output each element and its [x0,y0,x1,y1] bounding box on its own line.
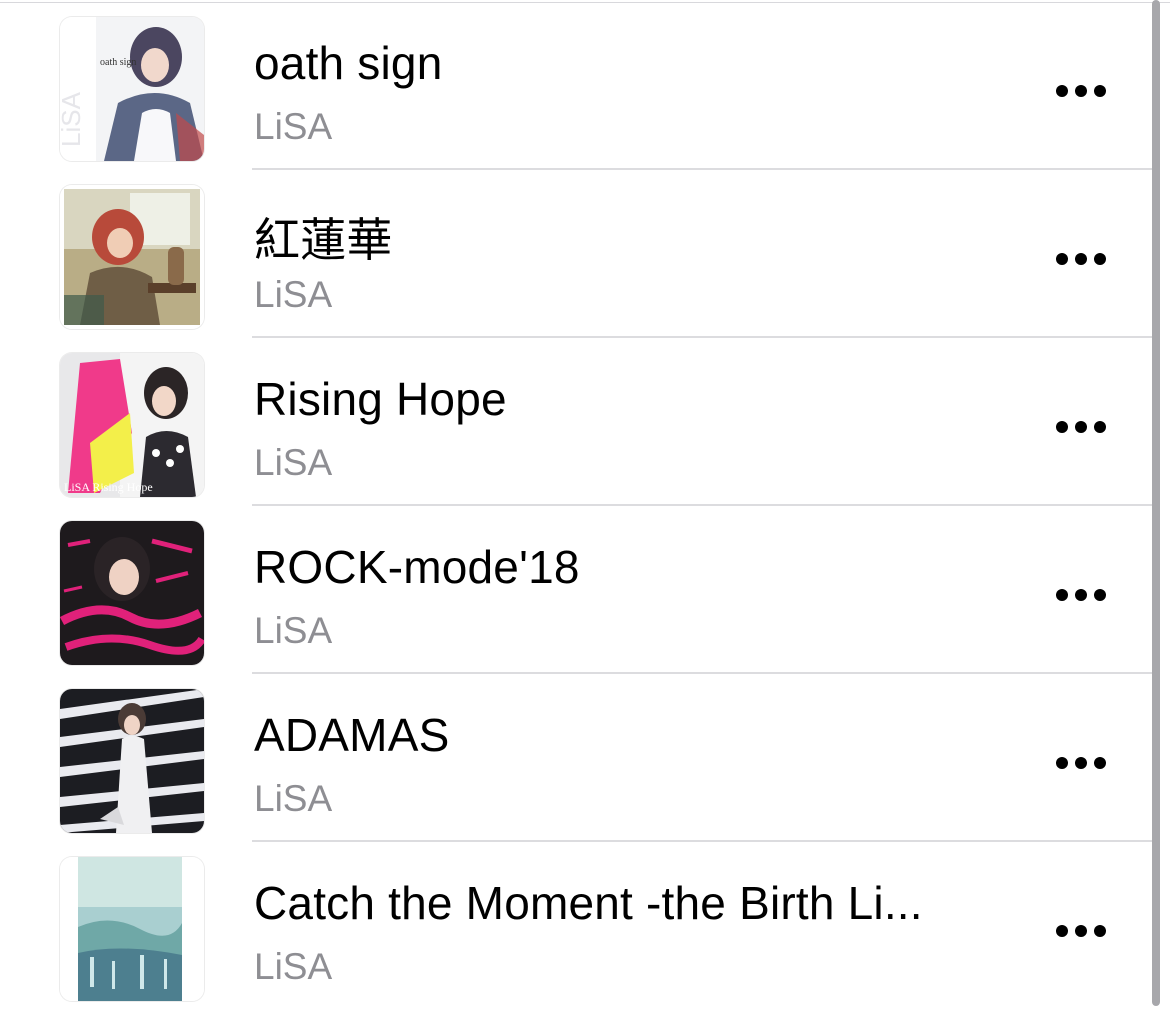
song-title: oath sign [254,37,443,89]
song-title: ROCK-mode'18 [254,541,580,593]
song-row[interactable]: ROCK-mode'18 LiSA [0,506,1152,674]
ellipsis-icon [1094,85,1106,97]
album-artwork: LiSA oath sign [60,17,204,161]
ellipsis-icon [1075,85,1087,97]
more-options-button[interactable] [1040,902,1120,958]
ellipsis-icon [1075,757,1087,769]
song-row[interactable]: LiSA Rising Hope Rising Hope LiSA [0,338,1152,506]
song-row[interactable]: Catch the Moment -the Birth Li... LiSA [0,842,1152,1010]
song-title: 紅蓮華 [254,214,393,266]
album-artwork: LiSA Rising Hope [60,353,204,497]
artist-name: LiSA [254,274,333,315]
scroll-indicator[interactable] [1152,0,1160,1006]
ellipsis-icon [1094,589,1106,601]
ellipsis-icon [1075,421,1087,433]
svg-text:oath sign: oath sign [100,57,136,68]
ellipsis-icon [1094,925,1106,937]
ellipsis-icon [1056,589,1068,601]
more-options-button[interactable] [1040,62,1120,118]
ellipsis-icon [1075,253,1087,265]
album-artwork [60,521,204,665]
artist-name: LiSA [254,610,333,651]
more-options-button[interactable] [1040,734,1120,790]
svg-text:LiSA: LiSA [60,91,86,147]
more-options-button[interactable] [1040,566,1120,622]
ellipsis-icon [1094,421,1106,433]
ellipsis-icon [1075,925,1087,937]
ellipsis-icon [1056,253,1068,265]
song-row[interactable]: ADAMAS LiSA [0,674,1152,842]
ellipsis-icon [1056,757,1068,769]
song-row[interactable]: LiSA oath sign oath sign LiSA [0,2,1152,170]
artist-name: LiSA [254,778,333,819]
ellipsis-icon [1056,85,1068,97]
ellipsis-icon [1056,925,1068,937]
ellipsis-icon [1094,253,1106,265]
ellipsis-icon [1056,421,1068,433]
ellipsis-icon [1094,757,1106,769]
song-title: ADAMAS [254,709,450,761]
song-title: Rising Hope [254,373,507,425]
album-artwork [60,689,204,833]
more-options-button[interactable] [1040,398,1120,454]
song-list: LiSA oath sign oath sign LiSA 紅蓮華 LiSA L… [0,0,1170,1006]
ellipsis-icon [1075,589,1087,601]
artist-name: LiSA [254,106,333,147]
artist-name: LiSA [254,946,333,987]
artist-name: LiSA [254,442,333,483]
song-title: Catch the Moment -the Birth Li... [254,877,923,929]
more-options-button[interactable] [1040,230,1120,286]
album-artwork [60,857,204,1001]
album-artwork [60,185,204,329]
song-row[interactable]: 紅蓮華 LiSA [0,170,1152,338]
svg-text:LiSA Rising Hope: LiSA Rising Hope [64,480,153,494]
